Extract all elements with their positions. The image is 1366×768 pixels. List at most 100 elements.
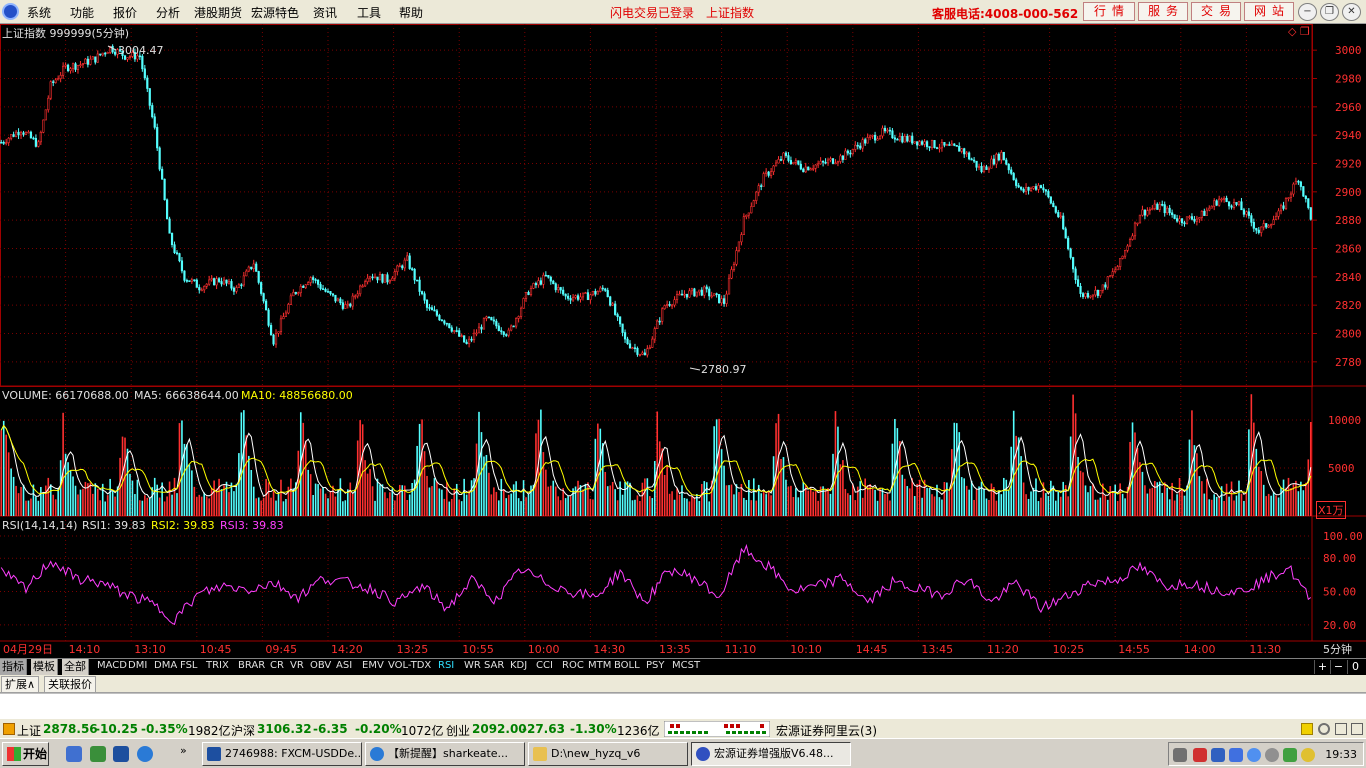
tab-obv[interactable]: OBV <box>310 660 331 671</box>
nav-website-button[interactable]: 网站 <box>1244 2 1294 21</box>
settings-icon[interactable] <box>1335 723 1347 735</box>
info-icon[interactable] <box>1351 723 1363 735</box>
tab-template[interactable]: 模板 <box>31 659 58 675</box>
update-icon[interactable] <box>1283 748 1297 762</box>
clock: 19:33 <box>1325 748 1357 761</box>
ql-more-icon[interactable]: » <box>180 744 187 757</box>
menu-hk-futures[interactable]: 港股期货 <box>194 4 242 21</box>
tab-fsl[interactable]: FSL <box>180 660 198 671</box>
nav-quote-button[interactable]: 行情 <box>1083 2 1135 21</box>
network-icon[interactable] <box>1211 748 1225 762</box>
tab-related-quotes[interactable]: 关联报价 <box>44 676 96 692</box>
menu-quote[interactable]: 报价 <box>113 4 137 21</box>
tab-emv[interactable]: EMV <box>362 660 384 671</box>
tab-boll[interactable]: BOLL <box>614 660 640 671</box>
candle-body <box>413 269 416 281</box>
volume-icon[interactable] <box>1265 748 1279 762</box>
sh-index-link[interactable]: 上证指数 <box>706 4 754 21</box>
panel-toggle-icon[interactable]: ◇ ❐ <box>1288 25 1310 38</box>
candle-body <box>732 263 736 270</box>
candle-body <box>37 141 40 147</box>
candle-body <box>1223 197 1226 200</box>
shield-icon[interactable] <box>1229 748 1243 762</box>
menu-hongyuan[interactable]: 宏源特色 <box>251 4 299 21</box>
candle-body <box>1220 198 1223 201</box>
nav-trade-button[interactable]: 交易 <box>1191 2 1241 21</box>
candle-body <box>762 173 765 187</box>
ql-desktop-icon[interactable] <box>66 746 82 762</box>
time-tick-label: 04月29日 <box>3 643 53 656</box>
candle-body <box>651 338 654 348</box>
candle-body <box>1171 212 1174 215</box>
task-folder[interactable]: D:\new_hyzq_v6 <box>528 742 688 766</box>
menu-system[interactable]: 系统 <box>27 4 51 21</box>
security-icon[interactable] <box>1247 748 1261 762</box>
tab-vr[interactable]: VR <box>290 660 304 671</box>
tab-kdj[interactable]: KDJ <box>510 660 527 671</box>
tab-wr[interactable]: WR <box>464 660 481 671</box>
ql-window-icon[interactable] <box>113 746 129 762</box>
ime-icon[interactable] <box>1193 748 1207 762</box>
candle-body <box>438 315 441 321</box>
tab-extend[interactable]: 扩展∧ <box>1 676 40 692</box>
tab-macd[interactable]: MACD <box>97 660 127 671</box>
candle-body <box>881 127 884 137</box>
price-tick-label: 2820 <box>1335 299 1362 312</box>
candle-body <box>604 288 607 291</box>
tab-trix[interactable]: TRIX <box>206 660 229 671</box>
candle-body <box>1052 202 1055 207</box>
tab-asi[interactable]: ASI <box>336 660 352 671</box>
menu-help[interactable]: 帮助 <box>399 4 423 21</box>
candle-body <box>1188 216 1191 218</box>
menu-analysis[interactable]: 分析 <box>156 4 180 21</box>
zoom-in-button[interactable]: + <box>1314 660 1330 674</box>
tab-brar[interactable]: BRAR <box>238 660 265 671</box>
tab-vol-tdx[interactable]: VOL-TDX <box>388 660 431 671</box>
menu-news[interactable]: 资讯 <box>313 4 337 21</box>
candle-body <box>703 286 706 296</box>
nav-service-button[interactable]: 服务 <box>1138 2 1188 21</box>
candle-body <box>925 141 929 147</box>
task-browser[interactable]: 【新提醒】sharkeate... <box>365 742 525 766</box>
tab-cci[interactable]: CCI <box>536 660 553 671</box>
tab-sar[interactable]: SAR <box>484 660 504 671</box>
candle-body <box>104 52 107 55</box>
menu-function[interactable]: 功能 <box>70 4 94 21</box>
reset-button[interactable]: 0 <box>1347 660 1363 674</box>
chart-area[interactable]: 3000 2980 2960 2940 2920 2900 2880 2860 2840 2820… <box>0 24 1366 658</box>
app-logo-icon[interactable] <box>2 3 19 20</box>
candle-body <box>190 279 193 282</box>
tab-mcst[interactable]: MCST <box>672 660 700 671</box>
tab-cr[interactable]: CR <box>270 660 284 671</box>
zoom-out-button[interactable]: − <box>1330 660 1346 674</box>
menu-tools[interactable]: 工具 <box>357 4 381 21</box>
tab-all[interactable]: 全部 <box>62 659 89 675</box>
start-button[interactable]: 开始 <box>2 742 49 766</box>
candle-body <box>158 147 161 170</box>
server-name[interactable]: 宏源证券阿里云(3) <box>776 722 877 739</box>
candle-body <box>361 285 364 288</box>
status-notice-icon[interactable] <box>1301 723 1313 735</box>
tab-rsi[interactable]: RSI <box>438 660 454 671</box>
ql-ie-icon[interactable] <box>137 746 153 762</box>
period-label[interactable]: 5分钟 <box>1323 641 1352 657</box>
task-hongyuan[interactable]: 宏源证券增强版V6.48... <box>691 742 851 766</box>
flash-trade-link[interactable]: 闪电交易已登录 <box>610 4 694 21</box>
candle-body <box>1240 201 1243 211</box>
tab-roc[interactable]: ROC <box>562 660 584 671</box>
tray-app-icon[interactable] <box>1301 748 1315 762</box>
kline-chart[interactable]: 3000 2980 2960 2940 2920 2900 2880 2860 2840 2820… <box>0 24 1366 658</box>
ql-browser-icon[interactable] <box>90 746 106 762</box>
close-icon[interactable]: ✕ <box>1342 3 1361 21</box>
minimize-icon[interactable]: − <box>1298 3 1317 21</box>
tab-dmi[interactable]: DMI <box>128 660 147 671</box>
tab-mtm[interactable]: MTM <box>588 660 611 671</box>
restore-icon[interactable]: ❐ <box>1320 3 1339 21</box>
tab-dma[interactable]: DMA <box>154 660 177 671</box>
tab-psy[interactable]: PSY <box>646 660 665 671</box>
keyboard-icon[interactable] <box>1173 748 1187 762</box>
task-fxcm[interactable]: 2746988: FXCM-USDDe... <box>202 742 362 766</box>
candle-body <box>1287 197 1290 199</box>
candle-body <box>79 64 82 67</box>
tab-indicator[interactable]: 指标 <box>0 659 27 675</box>
